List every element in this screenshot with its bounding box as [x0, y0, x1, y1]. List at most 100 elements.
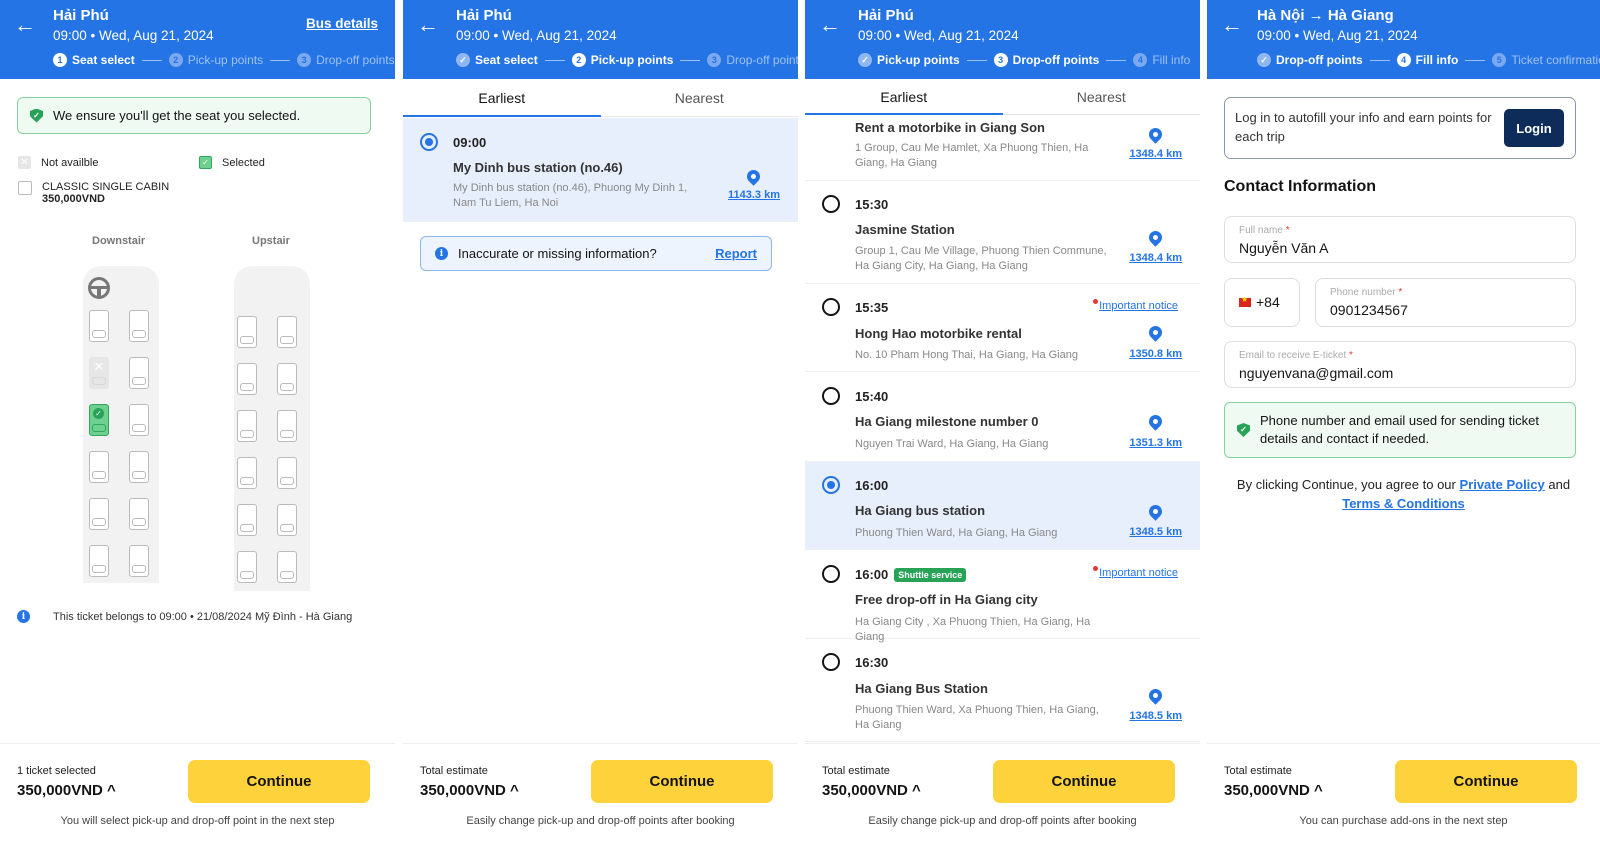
dropoff-point-item[interactable]: 16:00 Shuttle service Free drop-off in Ha … [805, 550, 1200, 643]
step-connector [141, 59, 162, 61]
distance-link[interactable]: 1143.3 km [728, 189, 780, 201]
section-title: Contact Information [1224, 178, 1376, 195]
point-address: Nguyen Trai Ward, Ha Giang, Ha Giang [855, 438, 1049, 450]
radio-selected[interactable] [420, 133, 438, 151]
seat-selected[interactable]: ✓ [89, 404, 109, 436]
step-item: 3 Drop-off points [297, 53, 395, 67]
point-time: 16:30 [855, 655, 889, 670]
step-number: 2 [571, 53, 586, 67]
step-item: 5 Ticket confirmation [1492, 53, 1600, 67]
report-link[interactable]: Report [715, 246, 757, 261]
distance-link[interactable]: 1348.5 km [1129, 710, 1182, 722]
step-number: 3 [707, 53, 722, 67]
dropoff-point-item[interactable]: 15:40 Ha Giang milestone number 0 Nguyen T… [805, 372, 1200, 462]
shield-check-icon: ✓ [30, 108, 43, 123]
terms-conditions-link[interactable]: Terms & Conditions [1342, 496, 1465, 511]
important-notice-link[interactable]: Important notice [1093, 299, 1178, 312]
point-name: Ha Giang Bus Station [855, 681, 988, 696]
step-number: 3 [993, 53, 1008, 67]
full-name-field[interactable]: Full name * Nguyễn Văn A [1224, 216, 1576, 263]
point-address: My Dinh bus station (no.46), Phuong My D… [453, 182, 688, 209]
point-time: 16:00 Shuttle service [855, 567, 967, 582]
phone-number-field[interactable]: Phone number * 0901234567 [1315, 278, 1576, 327]
back-arrow-icon[interactable]: ← [14, 12, 36, 38]
point-name: Hong Hao motorbike rental [855, 326, 1022, 341]
map-pin-icon [1146, 228, 1165, 247]
step-item: ✓ Drop-off points [1257, 53, 1363, 67]
stepper: ✓ Drop-off points 4 Fill info 5 Ticket confir… [1257, 53, 1600, 67]
continue-button[interactable]: Continue [1395, 760, 1577, 803]
total-price-toggle[interactable]: 350,000VND ^ [420, 782, 519, 799]
seat-available[interactable] [237, 457, 257, 489]
distance-link[interactable]: 1351.3 km [1129, 437, 1182, 449]
seat-available[interactable] [89, 498, 109, 530]
point-address: Phuong Thien Ward, Ha Giang, Ha Giang [855, 527, 1058, 539]
step-connector [544, 59, 565, 61]
seat-available[interactable] [237, 410, 257, 442]
privacy-policy-link[interactable]: Private Policy [1459, 477, 1544, 492]
required-mark: * [1285, 225, 1290, 236]
distance-link[interactable]: 1348.5 km [1129, 526, 1182, 538]
total-price-toggle[interactable]: 350,000VND ^ [1224, 782, 1323, 799]
seat-available[interactable] [277, 410, 297, 442]
map-pin-icon [1146, 502, 1165, 521]
country-code-select[interactable]: +84 [1224, 278, 1300, 327]
dropoff-point-item[interactable]: 16:00 Ha Giang bus station Phuong Thien Wa… [805, 462, 1200, 550]
radio-unselected[interactable] [822, 195, 840, 213]
field-label: Email to receive E-ticket * [1239, 350, 1353, 361]
point-name: Free drop-off in Ha Giang city [855, 592, 1038, 607]
distance-link[interactable]: 1348.4 km [1129, 148, 1182, 160]
back-arrow-icon[interactable]: ← [819, 12, 841, 38]
seat-available[interactable] [129, 357, 149, 389]
total-price-toggle[interactable]: 350,000VND ^ [17, 782, 116, 799]
back-arrow-icon[interactable]: ← [417, 12, 439, 38]
radio-unselected[interactable] [822, 298, 840, 316]
login-button[interactable]: Login [1504, 109, 1564, 147]
pickup-point-item[interactable]: 09:00 My Dinh bus station (no.46) My Din… [403, 118, 798, 222]
tab-nearest[interactable]: Nearest [601, 79, 799, 116]
seat-available[interactable] [129, 498, 149, 530]
radio-unselected[interactable] [822, 387, 840, 405]
tab-earliest[interactable]: Earliest [403, 79, 601, 117]
dropoff-point-item[interactable]: 16:30 Ha Giang Bus Station Phuong Thien Wa… [805, 639, 1200, 742]
seat-available[interactable] [277, 363, 297, 395]
back-arrow-icon[interactable]: ← [1221, 12, 1243, 38]
footer: 1 ticket selected 350,000VND ^ Continue … [0, 743, 395, 856]
total-price-toggle[interactable]: 350,000VND ^ [822, 782, 921, 799]
seat-available[interactable] [237, 504, 257, 536]
tab-nearest[interactable]: Nearest [1003, 79, 1201, 114]
seat-available[interactable] [237, 363, 257, 395]
email-field[interactable]: Email to receive E-ticket * nguyenvana@g… [1224, 341, 1576, 388]
seat-available[interactable] [277, 457, 297, 489]
seat-available[interactable] [129, 545, 149, 577]
radio-unselected[interactable] [822, 565, 840, 583]
continue-button[interactable]: Continue [993, 760, 1175, 803]
field-label: Full name * [1239, 225, 1290, 236]
seat-available[interactable] [129, 310, 149, 342]
seat-available[interactable] [277, 504, 297, 536]
distance-link[interactable]: 1350.8 km [1129, 348, 1182, 360]
seat-available[interactable] [89, 310, 109, 342]
distance-link[interactable]: 1348.4 km [1129, 252, 1182, 264]
dropoff-point-item[interactable]: 15:30 Jasmine Station Group 1, Cau Me Vill… [805, 181, 1200, 284]
important-notice-link[interactable]: Important notice [1093, 566, 1178, 579]
seat-available[interactable] [237, 316, 257, 348]
field-value: nguyenvana@gmail.com [1239, 365, 1394, 381]
seat-available[interactable] [277, 551, 297, 583]
seat-available[interactable] [237, 551, 257, 583]
seat-available[interactable] [89, 451, 109, 483]
bus-details-link[interactable]: Bus details [306, 16, 378, 31]
tab-earliest[interactable]: Earliest [805, 79, 1003, 115]
seat-available[interactable] [89, 545, 109, 577]
check-circle-icon: ✓ [456, 53, 470, 67]
continue-button[interactable]: Continue [188, 760, 370, 803]
header-subtitle: 09:00 • Wed, Aug 21, 2024 [53, 28, 214, 43]
seat-available[interactable] [277, 316, 297, 348]
radio-selected[interactable] [822, 476, 840, 494]
seat-available[interactable] [129, 404, 149, 436]
continue-button[interactable]: Continue [591, 760, 773, 803]
radio-unselected[interactable] [822, 653, 840, 671]
seat-available[interactable] [129, 451, 149, 483]
dropoff-point-item[interactable]: Rent a motorbike in Giang Son 1 Group, Ca… [805, 115, 1200, 181]
dropoff-point-item[interactable]: 15:35 Hong Hao motorbike rental No. 10 Pha… [805, 284, 1200, 372]
